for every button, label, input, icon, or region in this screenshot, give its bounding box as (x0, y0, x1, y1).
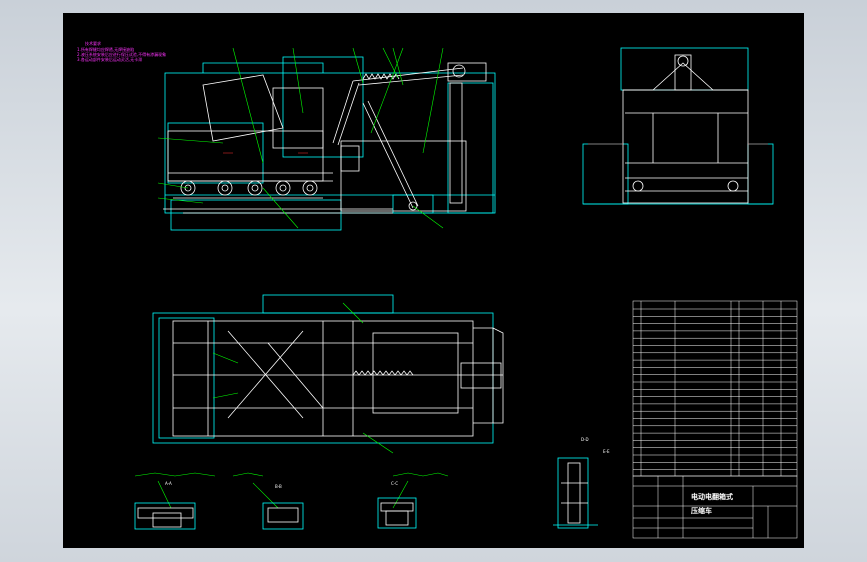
section-label-b: B-B (275, 484, 282, 489)
section-label-e: E-E (603, 449, 610, 454)
section-label-c: C-C (391, 481, 398, 486)
note-line-3: 3.各运动部件安装后运动灵活,无卡滞 (77, 56, 142, 62)
end-view (582, 47, 774, 205)
side-elevation-view (157, 47, 496, 231)
section-label-a: A-A (165, 481, 172, 486)
drawing-sheet[interactable]: 技术要求 1.所有焊缝均应焊透,无焊接缺陷 2.液压系统安装后应进行保压试验,不… (63, 13, 804, 548)
section-label-d: D-D (581, 437, 589, 442)
title-block (632, 475, 798, 539)
bom-table (632, 300, 798, 477)
drawing-canvas[interactable]: 技术要求 1.所有焊缝均应焊透,无焊接缺陷 2.液压系统安装后应进行保压试验,不… (63, 13, 804, 548)
plan-view (152, 294, 504, 454)
cad-viewport[interactable]: 技术要求 1.所有焊缝均应焊透,无焊接缺陷 2.液压系统安装后应进行保压试验,不… (0, 0, 867, 562)
notes-title: 技术要求 (85, 40, 101, 46)
drawing-title-line2: 压缩车 (691, 506, 712, 515)
technical-notes: 技术要求 1.所有焊缝均应焊透,无焊接缺陷 2.液压系统安装后应进行保压试验,不… (77, 40, 166, 62)
drawing-title-line1: 电动电翻箱式 (691, 492, 733, 501)
section-details: A-A B-B C-C D-D E-E (134, 437, 610, 530)
